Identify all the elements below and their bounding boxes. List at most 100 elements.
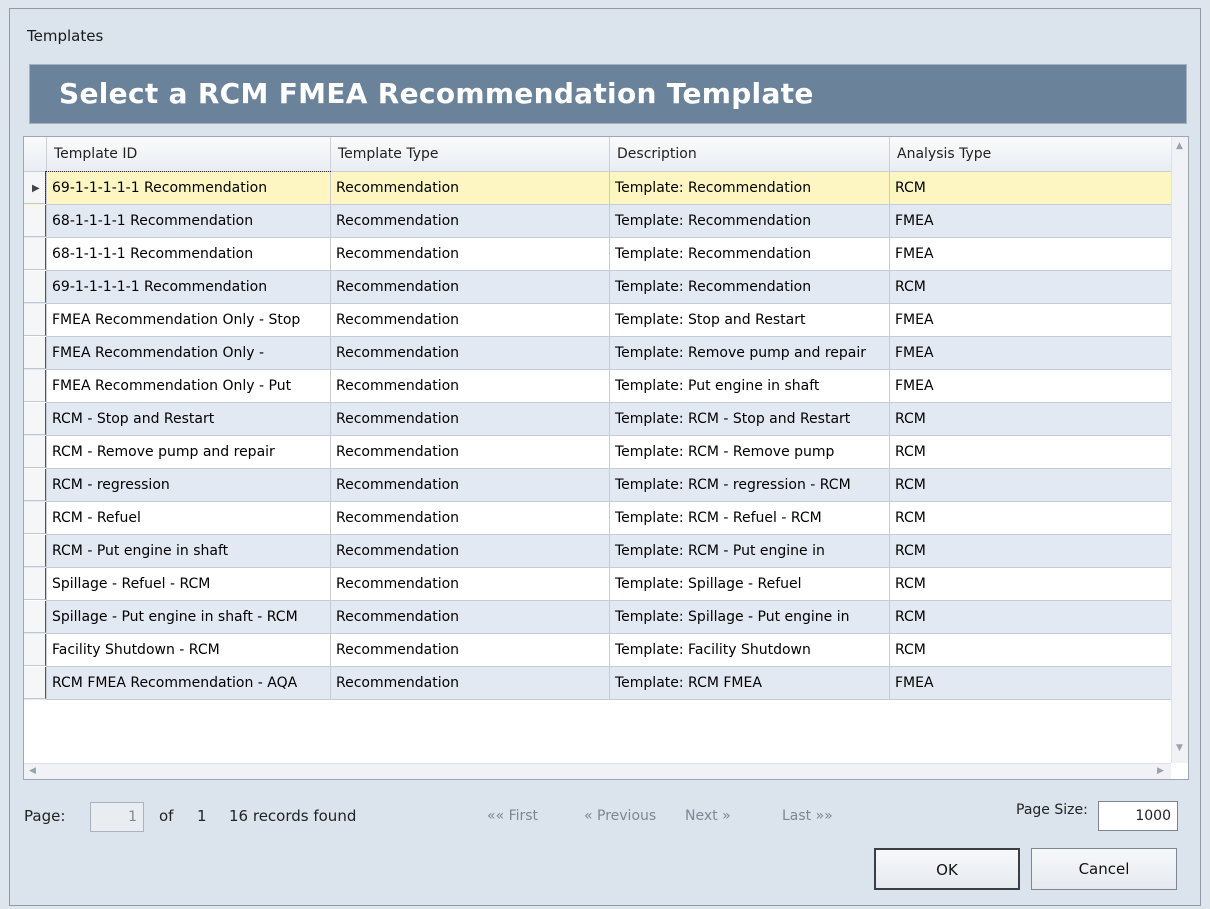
row-selector[interactable] — [24, 502, 46, 534]
description-cell[interactable]: Template: Recommendation — [609, 172, 889, 205]
description-cell[interactable]: Template: Stop and Restart — [609, 304, 889, 337]
table-row[interactable]: ▶ 69-1-1-1-1-1 Recommendation Recommendati… — [24, 171, 1171, 206]
table-row[interactable]: FMEA Recommendation Only - Put Recommenda… — [24, 370, 1171, 403]
row-selector[interactable]: ▶ — [24, 172, 46, 204]
template-id-cell[interactable]: FMEA Recommendation Only - — [46, 337, 330, 370]
description-cell[interactable]: Template: RCM - Stop and Restart — [609, 403, 889, 436]
template-id-cell[interactable]: RCM - Remove pump and repair — [46, 436, 330, 469]
template-id-cell[interactable]: 69-1-1-1-1-1 Recommendation — [46, 271, 330, 304]
template-id-cell[interactable]: FMEA Recommendation Only - Stop — [46, 304, 330, 337]
description-cell[interactable]: Template: Spillage - Refuel — [609, 568, 889, 601]
table-row[interactable]: RCM - Refuel Recommendation Template: RCM … — [24, 502, 1171, 535]
description-cell[interactable]: Template: Recommendation — [609, 271, 889, 304]
table-row[interactable]: FMEA Recommendation Only - Recommendation… — [24, 337, 1171, 370]
row-selector[interactable] — [24, 535, 46, 567]
analysis-type-cell[interactable]: FMEA — [889, 238, 1171, 271]
analysis-type-cell[interactable]: RCM — [889, 568, 1171, 601]
template-type-cell[interactable]: Recommendation — [330, 205, 609, 238]
description-cell[interactable]: Template: Recommendation — [609, 205, 889, 238]
row-selector[interactable] — [24, 271, 46, 303]
scroll-down-icon[interactable]: ▼ — [1176, 743, 1183, 753]
template-type-cell[interactable]: Recommendation — [330, 634, 609, 667]
scroll-right-icon[interactable]: ▶ — [1157, 766, 1164, 776]
template-id-cell[interactable]: 69-1-1-1-1-1 Recommendation — [45, 171, 331, 206]
row-selector[interactable] — [24, 436, 46, 468]
vertical-scrollbar[interactable]: ▲ ▼ — [1171, 137, 1188, 763]
row-selector[interactable] — [24, 601, 46, 633]
template-type-cell[interactable]: Recommendation — [330, 304, 609, 337]
description-cell[interactable]: Template: Recommendation — [609, 238, 889, 271]
previous-page-link[interactable]: « Previous — [584, 808, 656, 824]
table-row[interactable]: RCM - Put engine in shaft Recommendation T… — [24, 535, 1171, 568]
page-number-input[interactable]: 1 — [90, 802, 144, 832]
template-type-cell[interactable]: Recommendation — [330, 502, 609, 535]
template-id-cell[interactable]: RCM - regression — [46, 469, 330, 502]
template-id-cell[interactable]: RCM - Put engine in shaft — [46, 535, 330, 568]
analysis-type-cell[interactable]: FMEA — [889, 205, 1171, 238]
column-header-analysis-type[interactable]: Analysis Type — [889, 137, 1171, 171]
analysis-type-cell[interactable]: RCM — [889, 601, 1171, 634]
table-row[interactable]: FMEA Recommendation Only - Stop Recommend… — [24, 304, 1171, 337]
column-header-description[interactable]: Description — [609, 137, 889, 171]
template-type-cell[interactable]: Recommendation — [330, 172, 609, 205]
table-row[interactable]: RCM FMEA Recommendation - AQA Recommendat… — [24, 667, 1171, 700]
analysis-type-cell[interactable]: FMEA — [889, 667, 1171, 700]
table-row[interactable]: 69-1-1-1-1-1 Recommendation Recommendatio… — [24, 271, 1171, 304]
analysis-type-cell[interactable]: RCM — [889, 403, 1171, 436]
template-type-cell[interactable]: Recommendation — [330, 403, 609, 436]
template-type-cell[interactable]: Recommendation — [330, 667, 609, 700]
table-row[interactable]: Spillage - Put engine in shaft - RCM Reco… — [24, 601, 1171, 634]
template-id-cell[interactable]: 68-1-1-1-1 Recommendation — [46, 238, 330, 271]
row-selector[interactable] — [24, 304, 46, 336]
scroll-up-icon[interactable]: ▲ — [1176, 141, 1183, 151]
description-cell[interactable]: Template: RCM - regression - RCM — [609, 469, 889, 502]
template-id-cell[interactable]: 68-1-1-1-1 Recommendation — [46, 205, 330, 238]
description-cell[interactable]: Template: RCM FMEA — [609, 667, 889, 700]
row-selector[interactable] — [24, 469, 46, 501]
ok-button[interactable]: OK — [874, 848, 1020, 890]
table-row[interactable]: 68-1-1-1-1 Recommendation Recommendation T… — [24, 238, 1171, 271]
row-selector[interactable] — [24, 634, 46, 666]
table-row[interactable]: RCM - Stop and Restart Recommendation Temp… — [24, 403, 1171, 436]
analysis-type-cell[interactable]: FMEA — [889, 304, 1171, 337]
template-type-cell[interactable]: Recommendation — [330, 337, 609, 370]
table-row[interactable]: RCM - Remove pump and repair Recommendati… — [24, 436, 1171, 469]
analysis-type-cell[interactable]: RCM — [889, 172, 1171, 205]
analysis-type-cell[interactable]: RCM — [889, 436, 1171, 469]
cancel-button[interactable]: Cancel — [1031, 848, 1177, 890]
next-page-link[interactable]: Next » — [685, 808, 731, 824]
table-row[interactable]: Spillage - Refuel - RCM Recommendation Tem… — [24, 568, 1171, 601]
template-id-cell[interactable]: RCM FMEA Recommendation - AQA — [46, 667, 330, 700]
row-selector[interactable] — [24, 238, 46, 270]
description-cell[interactable]: Template: Put engine in shaft — [609, 370, 889, 403]
description-cell[interactable]: Template: Spillage - Put engine in — [609, 601, 889, 634]
horizontal-scrollbar[interactable]: ◀ ▶ — [24, 763, 1171, 779]
template-id-cell[interactable]: Spillage - Refuel - RCM — [46, 568, 330, 601]
description-cell[interactable]: Template: Remove pump and repair — [609, 337, 889, 370]
template-type-cell[interactable]: Recommendation — [330, 469, 609, 502]
row-selector[interactable] — [24, 205, 46, 237]
analysis-type-cell[interactable]: RCM — [889, 634, 1171, 667]
analysis-type-cell[interactable]: FMEA — [889, 370, 1171, 403]
row-selector[interactable] — [24, 403, 46, 435]
template-id-cell[interactable]: Spillage - Put engine in shaft - RCM — [46, 601, 330, 634]
template-type-cell[interactable]: Recommendation — [330, 436, 609, 469]
description-cell[interactable]: Template: Facility Shutdown — [609, 634, 889, 667]
row-selector[interactable] — [24, 667, 46, 699]
analysis-type-cell[interactable]: FMEA — [889, 337, 1171, 370]
template-type-cell[interactable]: Recommendation — [330, 271, 609, 304]
analysis-type-cell[interactable]: RCM — [889, 502, 1171, 535]
row-selector[interactable] — [24, 568, 46, 600]
last-page-link[interactable]: Last »» — [782, 808, 833, 824]
template-type-cell[interactable]: Recommendation — [330, 601, 609, 634]
row-selector[interactable] — [24, 337, 46, 369]
row-selector[interactable] — [24, 370, 46, 402]
column-header-template-type[interactable]: Template Type — [330, 137, 609, 171]
description-cell[interactable]: Template: RCM - Refuel - RCM — [609, 502, 889, 535]
table-row[interactable]: 68-1-1-1-1 Recommendation Recommendation T… — [24, 205, 1171, 238]
description-cell[interactable]: Template: RCM - Remove pump — [609, 436, 889, 469]
template-id-cell[interactable]: RCM - Refuel — [46, 502, 330, 535]
template-type-cell[interactable]: Recommendation — [330, 238, 609, 271]
column-header-template-id[interactable]: Template ID — [46, 137, 330, 171]
analysis-type-cell[interactable]: RCM — [889, 469, 1171, 502]
